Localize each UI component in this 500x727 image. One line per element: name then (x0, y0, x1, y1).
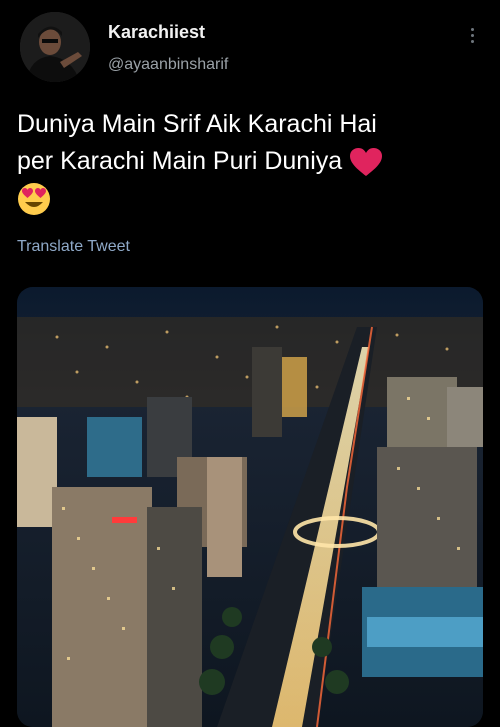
city-night-photo-icon (17, 287, 483, 727)
tweet-text-line-2-text: per Karachi Main Puri Duniya (17, 147, 343, 175)
tweet-media-image[interactable] (17, 287, 483, 727)
avatar[interactable] (20, 12, 90, 82)
more-dot-icon (470, 39, 474, 43)
tweet-text-line-3 (17, 180, 477, 217)
translate-tweet-link[interactable]: Translate Tweet (17, 238, 130, 256)
tweet-header: Karachiiest @ayaanbinsharif (0, 0, 500, 90)
user-handle[interactable]: @ayaanbinsharif (108, 56, 228, 74)
more-options-button[interactable] (460, 20, 484, 50)
avatar-image (20, 12, 90, 82)
tweet-text-line-2: per Karachi Main Puri Duniya (17, 143, 477, 180)
heart-eyes-face-icon (18, 183, 50, 216)
more-dot-icon (470, 27, 474, 31)
tweet-text-line-1: Duniya Main Srif Aik Karachi Hai (17, 110, 377, 138)
tweet-text: Duniya Main Srif Aik Karachi Hai per Kar… (17, 106, 477, 217)
red-heart-icon (350, 148, 383, 177)
display-name[interactable]: Karachiiest (108, 22, 205, 43)
more-dot-icon (470, 33, 474, 37)
